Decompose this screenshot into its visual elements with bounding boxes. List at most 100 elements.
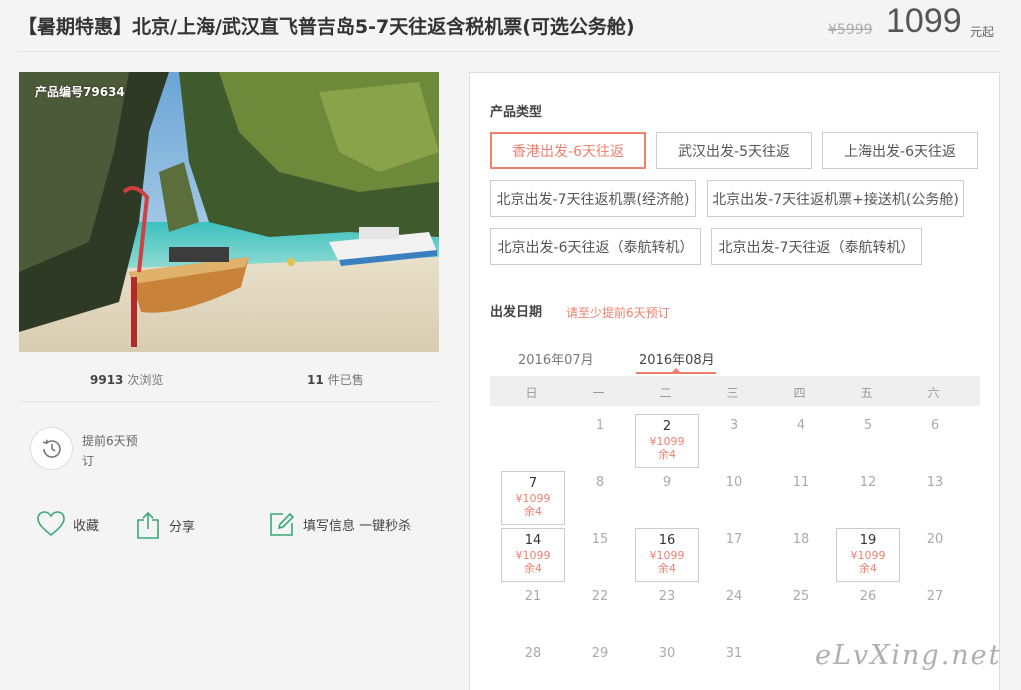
- option-shanghai-6day[interactable]: 上海出发-6天往返: [822, 132, 978, 169]
- calendar-day: 23: [635, 589, 699, 605]
- sale-price: 1099: [886, 2, 962, 40]
- calendar-day: 6: [903, 418, 967, 434]
- day-number: 29: [591, 646, 609, 661]
- day-number: 16: [658, 533, 676, 548]
- share-icon: [137, 511, 159, 539]
- day-number: 24: [725, 589, 743, 604]
- day-price: ¥1099: [515, 492, 551, 505]
- day-number: 19: [859, 533, 877, 548]
- advance-booking-text: 提前6天预订: [82, 434, 138, 468]
- day-number: 4: [796, 418, 806, 433]
- product-header: 【暑期特惠】北京/上海/武汉直飞普吉岛5-7天往返含税机票(可选公务舱) ¥59…: [18, 0, 1000, 52]
- calendar-day: 25: [769, 589, 833, 605]
- share-button[interactable]: 分享: [135, 511, 195, 539]
- option-beijing-6day-thai[interactable]: 北京出发-6天往返（泰航转机）: [490, 228, 701, 265]
- day-number: 14: [524, 533, 542, 548]
- option-beijing-7day-economy[interactable]: 北京出发-7天往返机票(经济舱): [490, 180, 696, 217]
- day-number: 13: [926, 475, 944, 490]
- weekday-header: 日 一 二 三 四 五 六: [490, 376, 980, 406]
- day-number: 9: [662, 475, 672, 490]
- calendar-day-available[interactable]: 16 ¥1099 余4: [635, 528, 699, 582]
- option-hk-6day[interactable]: 香港出发-6天往返: [490, 132, 646, 169]
- calendar-day: 21: [501, 589, 565, 605]
- day-number: 6: [930, 418, 940, 433]
- booking-panel: 产品类型 香港出发-6天往返 武汉出发-5天往返 上海出发-6天往返 北京出发-…: [469, 72, 1000, 690]
- month-tab-underline: [636, 372, 716, 374]
- day-number: 15: [591, 532, 609, 547]
- weekday-sat: 六: [927, 386, 940, 400]
- day-number: 30: [658, 646, 676, 661]
- favorite-button[interactable]: 收藏: [37, 511, 99, 537]
- calendar-day: 13: [903, 475, 967, 491]
- calendar-day: 9: [635, 475, 699, 491]
- calendar-day: 18: [769, 532, 833, 548]
- watermark: eLvXing.net: [815, 640, 1002, 671]
- beach-scene-image: [19, 72, 439, 352]
- calendar-day: 22: [568, 589, 632, 605]
- calendar-day-available[interactable]: 7 ¥1099 余4: [501, 471, 565, 525]
- edit-icon: [270, 512, 295, 536]
- product-type-label: 产品类型: [490, 105, 543, 120]
- tab-month-august[interactable]: 2016年08月: [639, 349, 715, 368]
- fill-info-label: 填写信息 一键秒杀: [303, 518, 412, 534]
- day-stock: 余4: [524, 505, 542, 518]
- day-number: 3: [729, 418, 739, 433]
- calendar-day: 8: [568, 475, 632, 491]
- day-price: ¥1099: [649, 435, 685, 448]
- calendar-day: 30: [635, 646, 699, 662]
- option-beijing-7day-thai[interactable]: 北京出发-7天往返（泰航转机）: [711, 228, 922, 265]
- day-number: 22: [591, 589, 609, 604]
- day-number: 27: [926, 589, 944, 604]
- option-beijing-7day-business[interactable]: 北京出发-7天往返机票+接送机(公务舱): [707, 180, 964, 217]
- calendar-day: 1: [568, 418, 632, 434]
- weekday-thu: 四: [793, 386, 806, 400]
- day-number: 28: [524, 646, 542, 661]
- calendar-day: 11: [769, 475, 833, 491]
- day-price: ¥1099: [515, 549, 551, 562]
- day-number: 11: [792, 475, 810, 490]
- views-count: 9913: [90, 373, 124, 387]
- day-number: 23: [658, 589, 676, 604]
- departure-date-label: 出发日期: [490, 305, 543, 320]
- product-photo[interactable]: 产品编号79634: [19, 72, 439, 352]
- calendar-day: 20: [903, 532, 967, 548]
- day-stock: 余4: [524, 562, 542, 575]
- calendar-day-available[interactable]: 19 ¥1099 余4: [836, 528, 900, 582]
- weekday-sun: 日: [525, 386, 538, 400]
- calendar-day-available[interactable]: 14 ¥1099 余4: [501, 528, 565, 582]
- calendar-day: 26: [836, 589, 900, 605]
- option-wuhan-5day[interactable]: 武汉出发-5天往返: [656, 132, 812, 169]
- weekday-tue: 二: [659, 386, 672, 400]
- calendar-day: 28: [501, 646, 565, 662]
- price-suffix: 元起: [970, 25, 995, 39]
- day-number: 10: [725, 475, 743, 490]
- calendar-day: 29: [568, 646, 632, 662]
- favorite-label: 收藏: [73, 518, 100, 534]
- day-number: 31: [725, 646, 743, 661]
- share-label: 分享: [169, 519, 196, 535]
- day-number: 5: [863, 418, 873, 433]
- calendar-day: 4: [769, 418, 833, 434]
- day-number: 18: [792, 532, 810, 547]
- day-number: 12: [859, 475, 877, 490]
- action-bar: 收藏 分享 填写信息 一键秒杀: [19, 505, 439, 545]
- stats-bar: 9913 次浏览 11 件已售: [19, 352, 439, 402]
- day-number: 8: [595, 475, 605, 490]
- calendar-day: 12: [836, 475, 900, 491]
- day-stock: 余4: [658, 562, 676, 575]
- calendar-day-available[interactable]: 2 ¥1099 余4: [635, 414, 699, 468]
- fill-info-button[interactable]: 填写信息 一键秒杀: [269, 511, 411, 537]
- sold-stat: 11 件已售: [307, 371, 364, 388]
- page: 【暑期特惠】北京/上海/武汉直飞普吉岛5-7天往返含税机票(可选公务舱) ¥59…: [0, 0, 1021, 690]
- original-price: ¥5999: [828, 22, 873, 38]
- day-number: 2: [662, 419, 672, 434]
- calendar-day: 5: [836, 418, 900, 434]
- weekday-fri: 五: [860, 386, 873, 400]
- day-price: ¥1099: [850, 549, 886, 562]
- day-number: 26: [859, 589, 877, 604]
- day-number: 25: [792, 589, 810, 604]
- tab-month-july[interactable]: 2016年07月: [518, 349, 594, 368]
- sold-count: 11: [307, 373, 324, 387]
- day-number: 20: [926, 532, 944, 547]
- calendar-day: 10: [702, 475, 766, 491]
